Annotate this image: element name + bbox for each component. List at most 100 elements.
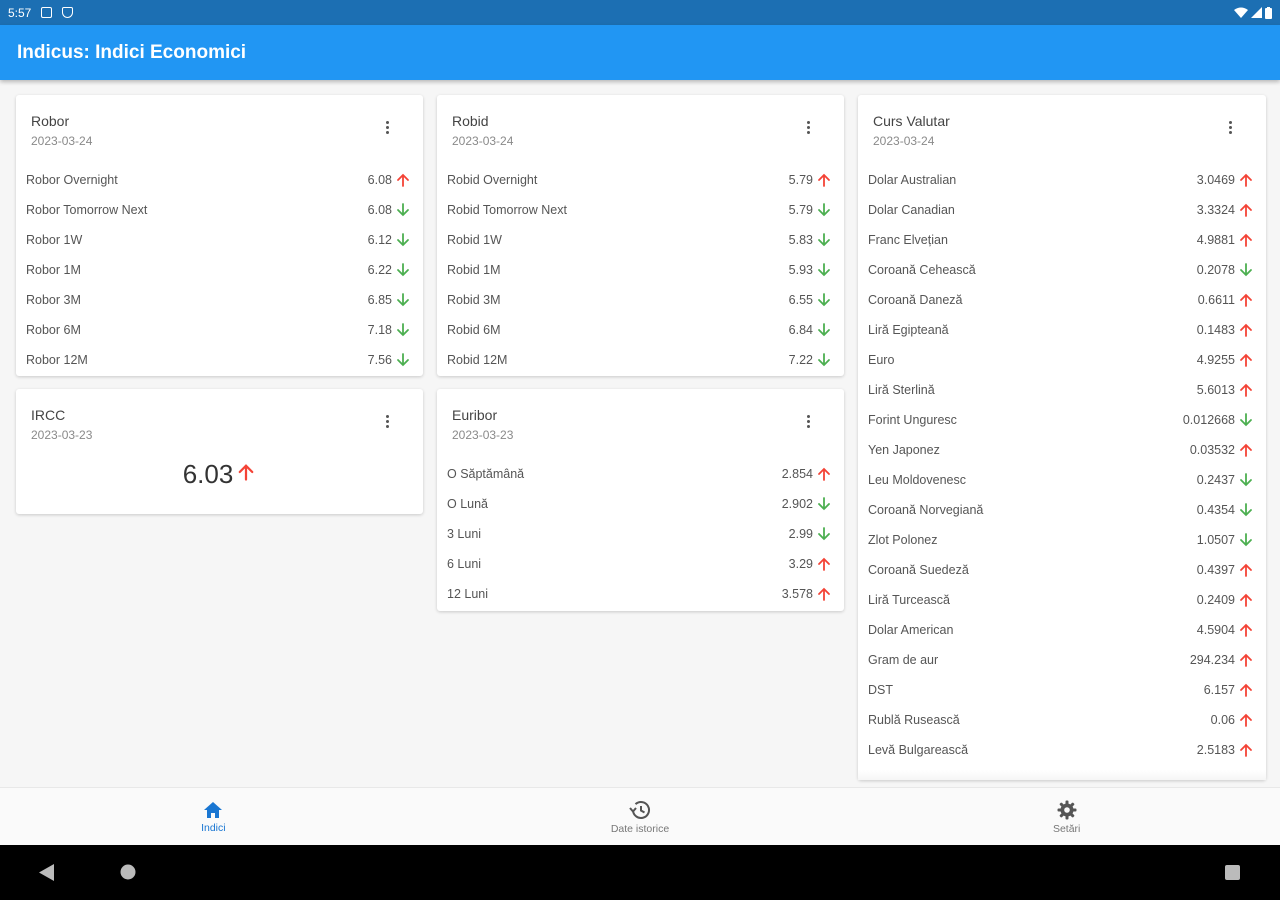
rate-list: Dolar Australian 3.0469 Dolar Canadian 3.33… (858, 165, 1266, 765)
trend-down-icon (397, 353, 409, 367)
rate-row: Robid Tomorrow Next 5.79 (437, 195, 844, 225)
nav-setari[interactable]: Setări (853, 788, 1280, 845)
signal-icon (1251, 7, 1262, 18)
rate-row: Coroană Daneză 0.6611 (858, 285, 1266, 315)
card-date: 2023-03-24 (452, 134, 514, 148)
rate-row: Leu Moldovenesc 0.2437 (858, 465, 1266, 495)
rate-row: Robor Overnight 6.08 (16, 165, 423, 195)
rate-value: 1.0507 (1196, 533, 1235, 547)
home-button-icon[interactable] (120, 864, 136, 880)
more-options-button[interactable] (375, 115, 399, 139)
ircc-value: 6.03 (182, 458, 234, 489)
shield-icon (62, 7, 74, 18)
rate-label: Dolar Australian (868, 173, 957, 187)
trend-up-icon (1240, 623, 1252, 637)
rate-row: Euro 4.9255 (858, 345, 1266, 375)
robor-card: Robor 2023-03-24 Robor Overnight 6.08 Robo… (16, 95, 423, 376)
rate-label: DST (868, 683, 893, 697)
battery-icon (1265, 6, 1272, 19)
rate-value: 3.29 (788, 557, 813, 571)
rate-row: DST 6.157 (858, 675, 1266, 705)
rate-value: 3.3324 (1196, 203, 1235, 217)
card-header: IRCC 2023-03-23 (16, 389, 423, 459)
rate-row: Robor 3M 6.85 (16, 285, 423, 315)
card-header: Robid 2023-03-24 (437, 95, 844, 165)
rate-row: O Săptămână 2.854 (437, 459, 844, 489)
rate-list: O Săptămână 2.854 O Lună 2.902 3 Luni 2.99 6 L… (437, 459, 844, 609)
rate-value: 6.08 (367, 203, 392, 217)
rate-value: 0.2409 (1196, 593, 1235, 607)
rate-value: 5.6013 (1196, 383, 1235, 397)
trend-down-icon (818, 527, 830, 541)
rate-value: 6.84 (788, 323, 813, 337)
rate-value: 4.5904 (1196, 623, 1235, 637)
status-time: 5:57 (8, 5, 32, 20)
more-options-button[interactable] (796, 409, 820, 433)
trend-down-icon (397, 323, 409, 337)
trend-up-icon (1240, 203, 1252, 217)
nav-indici[interactable]: Indici (0, 788, 427, 845)
rate-row: Robor 1W 6.12 (16, 225, 423, 255)
trend-down-icon (818, 323, 830, 337)
rate-value: 5.93 (788, 263, 813, 277)
trend-up-icon (1240, 233, 1252, 247)
nav-date-istorice[interactable]: Date istorice (427, 788, 854, 845)
more-options-button[interactable] (796, 115, 820, 139)
rate-label: Robor 1W (26, 233, 83, 247)
history-icon (629, 801, 650, 819)
card-header: Robor 2023-03-24 (16, 95, 423, 165)
rate-value: 2.99 (788, 527, 813, 541)
rate-value: 0.012668 (1182, 413, 1235, 427)
rate-row: Coroană Norvegiană 0.4354 (858, 495, 1266, 525)
trend-down-icon (1240, 533, 1252, 547)
rate-label: 6 Luni (447, 557, 482, 571)
rate-label: Robor 12M (26, 353, 88, 367)
rate-label: Robid 12M (447, 353, 508, 367)
rate-value: 6.157 (1203, 683, 1235, 697)
recents-icon[interactable] (1225, 865, 1240, 880)
rate-label: 12 Luni (447, 587, 489, 601)
rate-row: Dolar Australian 3.0469 (858, 165, 1266, 195)
rate-row: Dolar Canadian 3.3324 (858, 195, 1266, 225)
rate-label: O Săptămână (447, 467, 525, 481)
trend-up-icon (1240, 443, 1252, 457)
rate-label: Robid Tomorrow Next (447, 203, 567, 217)
card-date: 2023-03-24 (31, 134, 93, 148)
rate-value: 3.578 (781, 587, 813, 601)
more-options-button[interactable] (375, 409, 399, 433)
trend-up-icon (1240, 293, 1252, 307)
rate-row: Robor Tomorrow Next 6.08 (16, 195, 423, 225)
nav-label: Setări (1052, 823, 1081, 835)
trend-up-icon (1240, 563, 1252, 577)
trend-up-icon (1240, 383, 1252, 397)
rate-row: Liră Turcească 0.2409 (858, 585, 1266, 615)
rate-value: 5.83 (788, 233, 813, 247)
trend-up-icon (818, 173, 830, 187)
rate-value: 2.854 (781, 467, 813, 481)
rate-row: Yen Japonez 0.03532 (858, 435, 1266, 465)
card-header: Curs Valutar 2023-03-24 (858, 95, 1266, 165)
rate-label: Liră Sterlină (868, 383, 935, 397)
rate-label: Coroană Norvegiană (868, 503, 984, 517)
rate-row: Robid Overnight 5.79 (437, 165, 844, 195)
rate-value: 0.2437 (1196, 473, 1235, 487)
trend-down-icon (818, 233, 830, 247)
ircc-card: IRCC 2023-03-23 6.03 (16, 389, 423, 514)
rate-row: Liră Egipteană 0.1483 (858, 315, 1266, 345)
rate-label: Levă Bulgarească (868, 743, 969, 757)
rate-list: Robid Overnight 5.79 Robid Tomorrow Next 5.… (437, 165, 844, 375)
curs-valutar-card[interactable]: Curs Valutar 2023-03-24 Dolar Australian… (858, 95, 1266, 780)
rate-label: Leu Moldovenesc (868, 473, 966, 487)
card-title: IRCC (31, 407, 66, 423)
rate-row: Robid 12M 7.22 (437, 345, 844, 375)
rate-value: 2.5183 (1196, 743, 1235, 757)
back-icon[interactable] (39, 864, 55, 881)
rate-label: Coroană Suedeză (868, 563, 969, 577)
status-bar: 5:57 (0, 0, 1280, 25)
rate-value: 0.4354 (1196, 503, 1235, 517)
rate-value: 7.18 (367, 323, 392, 337)
trend-down-icon (1240, 503, 1252, 517)
more-options-button[interactable] (1218, 115, 1242, 139)
rate-label: Robid 6M (447, 323, 501, 337)
trend-down-icon (818, 353, 830, 367)
